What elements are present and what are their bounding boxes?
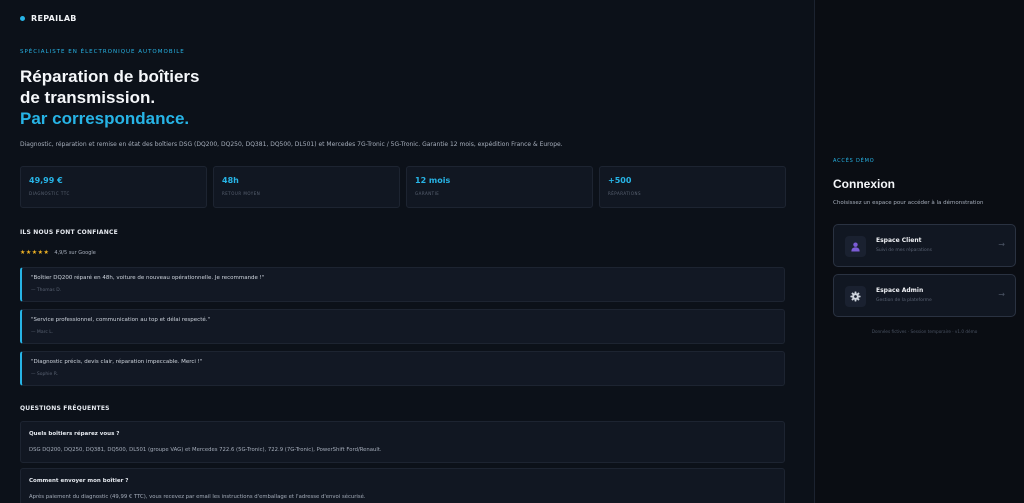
- user-icon-svg: [851, 242, 860, 252]
- reviews-list: "Boîtier DQ200 réparé en 48h, voiture de…: [20, 267, 785, 393]
- review-author: — Sophie R.: [31, 372, 59, 377]
- stat-card-return: 48h Retour moyen: [213, 166, 400, 208]
- login-panel: Accès démo Connexion Choisissez un espac…: [814, 0, 1024, 503]
- login-footer: Données fictives · Session temporaire · …: [871, 329, 978, 334]
- gear-icon-svg: [850, 291, 861, 302]
- stat-value: 48h: [222, 176, 239, 185]
- faq-question: Quels boîtiers réparez vous ?: [29, 431, 120, 437]
- faq-title: Questions fréquentes: [20, 405, 110, 412]
- gear-icon: [845, 286, 866, 307]
- stat-label: Garantie: [415, 191, 440, 196]
- review-card: "Diagnostic précis, devis clair, réparat…: [20, 351, 785, 386]
- arrow-right-icon: →: [998, 240, 1005, 249]
- stat-label: Retour moyen: [222, 191, 261, 196]
- user-icon: [845, 236, 866, 257]
- hero-line-2: de transmission.: [20, 88, 156, 107]
- space-desc: Suivi de mes réparations: [876, 248, 932, 253]
- faq-item[interactable]: Comment envoyer mon boîtier ? Après paie…: [20, 468, 785, 503]
- brand-dot-icon: [20, 16, 25, 21]
- stats-row: 49,99 € Diagnostic TTC 48h Retour moyen …: [20, 166, 786, 208]
- space-name: Espace Admin: [876, 287, 924, 294]
- hero-line-3: Par correspondance.: [20, 109, 190, 128]
- review-author: — Thomas D.: [31, 288, 62, 293]
- review-text: "Boîtier DQ200 réparé en 48h, voiture de…: [31, 275, 265, 281]
- stat-card-warranty: 12 mois Garantie: [406, 166, 593, 208]
- hero-title: Réparation de boîtiers de transmission. …: [20, 66, 199, 129]
- space-name: Espace Client: [876, 237, 922, 244]
- space-admin-button[interactable]: Espace Admin Gestion de la plateforme →: [833, 274, 1016, 317]
- review-card: "Boîtier DQ200 réparé en 48h, voiture de…: [20, 267, 785, 302]
- login-title: Connexion: [833, 177, 895, 191]
- stat-value: 12 mois: [415, 176, 451, 185]
- stat-value: +500: [608, 176, 632, 185]
- hero-line-1: Réparation de boîtiers: [20, 67, 200, 86]
- faq-answer: Après paiement du diagnostic (49,99 € TT…: [29, 494, 366, 500]
- stars-icon: ★★★★★: [20, 249, 50, 256]
- login-eyebrow: Accès démo: [833, 158, 875, 164]
- brand[interactable]: REPAILAB: [20, 14, 77, 23]
- faq-answer: DSG DQ200, DQ250, DQ381, DQ500, DL501 (g…: [29, 447, 382, 453]
- stat-value: 49,99 €: [29, 176, 63, 185]
- rating-text: 4,9/5 sur Google: [54, 249, 96, 256]
- stat-card-repairs: +500 Réparations: [599, 166, 786, 208]
- landing-panel: REPAILAB Spécialiste en électronique aut…: [0, 0, 814, 503]
- faq-item[interactable]: Quels boîtiers réparez vous ? DSG DQ200,…: [20, 421, 785, 463]
- faq-question: Comment envoyer mon boîtier ?: [29, 478, 129, 484]
- arrow-right-icon: →: [998, 290, 1005, 299]
- hero-eyebrow: Spécialiste en électronique automobile: [20, 49, 185, 55]
- trust-title: Ils nous font confiance: [20, 229, 118, 236]
- brand-name: REPAILAB: [31, 14, 77, 23]
- review-text: "Service professionnel, communication au…: [31, 317, 211, 323]
- review-text: "Diagnostic précis, devis clair, réparat…: [31, 359, 203, 365]
- space-client-button[interactable]: Espace Client Suivi de mes réparations →: [833, 224, 1016, 267]
- login-subtitle: Choisissez un espace pour accéder à la d…: [833, 200, 984, 206]
- rating: ★★★★★ 4,9/5 sur Google: [20, 249, 96, 256]
- hero-description: Diagnostic, réparation et remise en état…: [20, 141, 563, 148]
- stat-label: Réparations: [608, 191, 642, 196]
- space-desc: Gestion de la plateforme: [876, 298, 932, 303]
- stat-label: Diagnostic TTC: [29, 191, 70, 196]
- review-card: "Service professionnel, communication au…: [20, 309, 785, 344]
- review-author: — Marc L.: [31, 330, 54, 335]
- stat-card-diagnostic: 49,99 € Diagnostic TTC: [20, 166, 207, 208]
